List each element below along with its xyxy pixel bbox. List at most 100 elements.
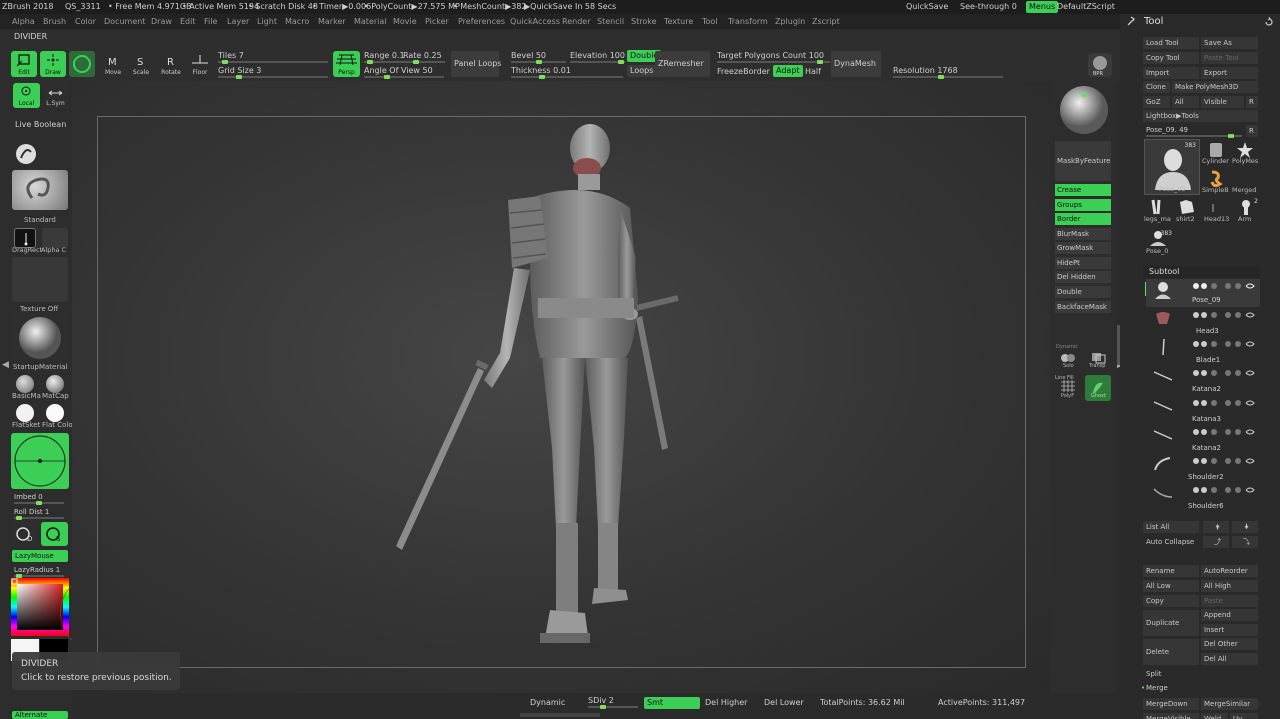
move-up-button[interactable]: 🠝 bbox=[1203, 521, 1229, 533]
subtool-row-head3[interactable]: Head3 bbox=[1146, 308, 1260, 336]
insert-button[interactable]: Insert bbox=[1201, 624, 1258, 636]
subtool-row-shoulder2[interactable]: Shoulder2 bbox=[1146, 454, 1260, 482]
basic-material-swatch[interactable] bbox=[16, 375, 34, 393]
bpr-button[interactable]: BPR bbox=[1088, 53, 1112, 77]
panel-loops-button[interactable]: Panel Loops bbox=[451, 51, 501, 77]
grid-size-slider[interactable]: Grid Size 3 bbox=[218, 66, 328, 79]
auto-collapse-button[interactable]: Auto Collapse bbox=[1146, 538, 1194, 546]
arm-tool[interactable]: 2 Arm bbox=[1234, 198, 1258, 226]
subtool-row-pose[interactable]: Pose_09 bbox=[1146, 279, 1260, 307]
backface-mask-button[interactable]: BackfaceMask bbox=[1055, 301, 1111, 313]
subtool-row-katana2[interactable]: Katana2 bbox=[1146, 366, 1260, 394]
delete-button[interactable]: Delete bbox=[1143, 639, 1199, 665]
goz-button[interactable]: GoZ bbox=[1143, 96, 1170, 108]
menu-stroke[interactable]: Stroke bbox=[631, 14, 657, 29]
dynamic-subdiv-button[interactable]: Dynamic bbox=[530, 697, 565, 709]
menus-toggle[interactable]: Menus bbox=[1026, 1, 1059, 13]
menu-alpha[interactable]: Alpha bbox=[12, 14, 35, 29]
groups-button[interactable]: Groups bbox=[1055, 199, 1111, 211]
draw-size-preview[interactable] bbox=[11, 433, 69, 489]
paste-subtool-button[interactable]: Paste bbox=[1201, 595, 1258, 607]
split-section[interactable]: Split bbox=[1146, 670, 1162, 678]
panel-reset-icon[interactable] bbox=[1263, 16, 1275, 28]
menu-layer[interactable]: Layer bbox=[227, 14, 249, 29]
mask-by-feature-button[interactable]: MaskByFeature bbox=[1055, 141, 1111, 181]
matcap-swatch[interactable] bbox=[46, 375, 64, 393]
menu-stencil[interactable]: Stencil bbox=[597, 14, 624, 29]
ghost-button[interactable]: Ghost bbox=[1085, 375, 1111, 401]
cylinder-tool[interactable]: Cylinder bbox=[1202, 140, 1229, 165]
subtool-row-blade1[interactable]: Blade1 bbox=[1146, 337, 1260, 365]
polymesh-star-tool[interactable]: PolyMes bbox=[1232, 140, 1258, 165]
del-lower-button[interactable]: Del Lower bbox=[764, 697, 804, 709]
floor-button[interactable]: Floor bbox=[187, 51, 213, 77]
copy-subtool-button[interactable]: Copy bbox=[1143, 595, 1199, 607]
lsym-button[interactable]: L.Sym bbox=[42, 83, 69, 108]
paste-tool-button[interactable]: Paste Tool bbox=[1201, 52, 1258, 64]
merge-similar-button[interactable]: MergeSimilar bbox=[1201, 698, 1258, 710]
roll-dist-slider[interactable]: Roll Dist 1 bbox=[14, 507, 64, 520]
weld-button[interactable]: Weld bbox=[1201, 713, 1228, 719]
clone-button[interactable]: Clone bbox=[1143, 81, 1170, 93]
goz-all-button[interactable]: All bbox=[1172, 96, 1199, 108]
angle-of-view-slider[interactable]: Angle Of View 50 bbox=[364, 66, 444, 79]
current-tool-thumbnail[interactable]: 383 Pose_09 bbox=[1144, 139, 1200, 195]
s-sphere-button[interactable]: S bbox=[41, 522, 68, 546]
elevation-slider[interactable]: Elevation 100 bbox=[570, 51, 625, 64]
menu-edit[interactable]: Edit bbox=[180, 14, 196, 29]
lazymouse-button[interactable]: LazyMouse bbox=[12, 550, 68, 562]
merge-section[interactable]: Merge bbox=[1146, 684, 1168, 692]
live-boolean-toggle[interactable]: Live Boolean bbox=[15, 120, 66, 129]
transp-button[interactable]: Transp bbox=[1085, 350, 1111, 372]
d-sphere-button[interactable]: D bbox=[12, 522, 38, 546]
del-other-button[interactable]: Del Other bbox=[1201, 638, 1258, 650]
smt-button[interactable]: Smt bbox=[644, 697, 700, 709]
brush-stroke-icon[interactable] bbox=[16, 144, 36, 164]
all-high-button[interactable]: All High bbox=[1201, 580, 1258, 592]
menu-material[interactable]: Material bbox=[354, 14, 387, 29]
menu-draw[interactable]: Draw bbox=[151, 14, 172, 29]
zremesher-button[interactable]: ZRemesher bbox=[655, 51, 710, 77]
solo-button[interactable]: Solo bbox=[1055, 350, 1081, 372]
standard-brush-thumbnail[interactable] bbox=[12, 170, 68, 210]
freeze-border-button[interactable]: FreezeBorder bbox=[717, 67, 770, 76]
save-as-button[interactable]: Save As bbox=[1201, 37, 1258, 49]
flat-color-swatch[interactable] bbox=[46, 404, 64, 422]
goz-visible-button[interactable]: Visible bbox=[1201, 96, 1244, 108]
double-sided-button[interactable]: Double bbox=[1055, 286, 1111, 298]
head13-tool[interactable]: Head13 bbox=[1204, 198, 1230, 226]
shirt-tool[interactable]: shirt2 bbox=[1174, 198, 1200, 226]
rotate-button[interactable]: R Rotate bbox=[158, 51, 184, 77]
hide-pt-button[interactable]: HidePt bbox=[1055, 257, 1111, 269]
blur-mask-button[interactable]: BlurMask bbox=[1055, 228, 1111, 240]
rename-button[interactable]: Rename bbox=[1143, 565, 1199, 577]
crease-button[interactable]: Crease bbox=[1055, 184, 1111, 196]
menu-picker[interactable]: Picker bbox=[425, 14, 449, 29]
menu-tool[interactable]: Tool bbox=[702, 14, 718, 29]
del-hidden-button[interactable]: Del Hidden bbox=[1055, 271, 1111, 283]
range-slider[interactable]: Range 0.1 bbox=[364, 51, 405, 64]
local-button[interactable]: Local bbox=[13, 83, 40, 108]
menu-render[interactable]: Render bbox=[562, 14, 590, 29]
quicksave-button[interactable]: QuickSave bbox=[906, 0, 948, 14]
pose-small-tool[interactable]: 383 Pose_0 bbox=[1144, 228, 1172, 256]
menu-transform[interactable]: Transform bbox=[728, 14, 768, 29]
uv-button[interactable]: Uv bbox=[1230, 713, 1258, 719]
gizmo-button[interactable] bbox=[69, 51, 95, 77]
tiles-slider[interactable]: Tiles 7 bbox=[218, 51, 328, 64]
sdiv-slider[interactable]: SDiv 2 bbox=[588, 696, 638, 709]
menu-quickaccess[interactable]: QuickAccess bbox=[510, 14, 560, 29]
bottom-scroll-handle[interactable] bbox=[520, 713, 600, 717]
dynamesh-button[interactable]: DynaMesh bbox=[831, 51, 881, 77]
import-button[interactable]: Import bbox=[1143, 67, 1199, 79]
adapt-button[interactable]: Adapt bbox=[773, 65, 803, 77]
menu-marker[interactable]: Marker bbox=[318, 14, 346, 29]
merged-tool-label[interactable]: Merged bbox=[1232, 186, 1256, 194]
export-button[interactable]: Export bbox=[1201, 67, 1258, 79]
subtool-row-katana3[interactable]: Katana3 bbox=[1146, 396, 1260, 424]
bevel-slider[interactable]: Bevel 50 bbox=[511, 51, 566, 64]
copy-tool-button[interactable]: Copy Tool bbox=[1143, 52, 1199, 64]
menu-texture[interactable]: Texture bbox=[664, 14, 693, 29]
left-collapse-arrow-icon[interactable]: ◀ bbox=[2, 360, 9, 370]
navigation-sphere[interactable] bbox=[1056, 83, 1112, 135]
